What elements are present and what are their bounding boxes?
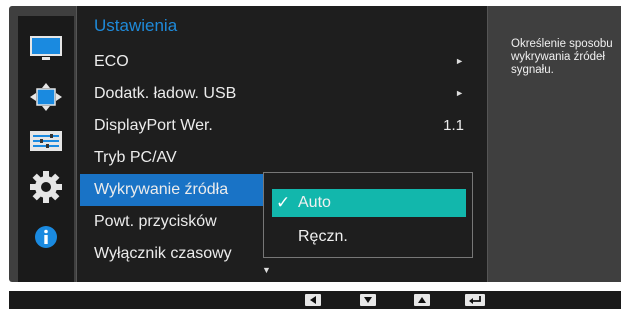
submenu-arrow-icon: ► xyxy=(455,88,464,98)
menu-item-label: Powt. przycisków xyxy=(94,213,217,230)
scroll-down-icon[interactable]: ▼ xyxy=(262,265,271,275)
checkmark-icon: ✓ xyxy=(276,193,291,212)
menu-item-source-detection[interactable]: Wykrywanie źródła xyxy=(80,174,266,206)
menu-item-label: Wykrywanie źródła xyxy=(94,181,229,198)
left-arrow-button[interactable] xyxy=(305,294,321,306)
menu-item-value: 1.1 xyxy=(443,117,464,134)
menu-item-usb-charging[interactable]: Dodatk. ładow. USB ► xyxy=(76,78,486,110)
menu-item-label: Dodatk. ładow. USB xyxy=(94,85,237,102)
source-detection-submenu: ✓ Auto Ręczn. xyxy=(263,172,473,258)
menu-item-label: ECO xyxy=(94,53,129,70)
up-arrow-button[interactable] xyxy=(414,294,430,306)
menu-item-displayport-version[interactable]: DisplayPort Wer. 1.1 xyxy=(76,110,486,142)
gear-icon[interactable] xyxy=(28,171,64,203)
menu-item-label: Tryb PC/AV xyxy=(94,149,177,166)
menu-item-pc-av-mode[interactable]: Tryb PC/AV xyxy=(76,142,486,174)
submenu-option-label: Ręczn. xyxy=(298,228,348,245)
monitor-icon[interactable] xyxy=(28,34,64,64)
submenu-option-auto[interactable]: ✓ Auto xyxy=(272,189,466,217)
menu-item-label: DisplayPort Wer. xyxy=(94,117,213,134)
submenu-option-manual[interactable]: Ręczn. xyxy=(272,223,466,251)
category-icon-strip xyxy=(18,16,74,282)
help-text: Określenie sposobu wykrywania źródeł syg… xyxy=(511,38,613,76)
settings-bars-icon[interactable] xyxy=(28,126,64,156)
submenu-option-label: Auto xyxy=(298,194,331,211)
down-arrow-button[interactable] xyxy=(360,294,376,306)
enter-button[interactable] xyxy=(465,294,485,306)
info-icon[interactable] xyxy=(28,222,64,252)
menu-item-eco[interactable]: ECO ► xyxy=(76,46,486,78)
submenu-arrow-icon: ► xyxy=(455,56,464,66)
menu-item-label: Wyłącznik czasowy xyxy=(94,245,232,262)
menu-title: Ustawienia xyxy=(94,16,178,35)
position-arrows-icon[interactable] xyxy=(28,82,64,112)
